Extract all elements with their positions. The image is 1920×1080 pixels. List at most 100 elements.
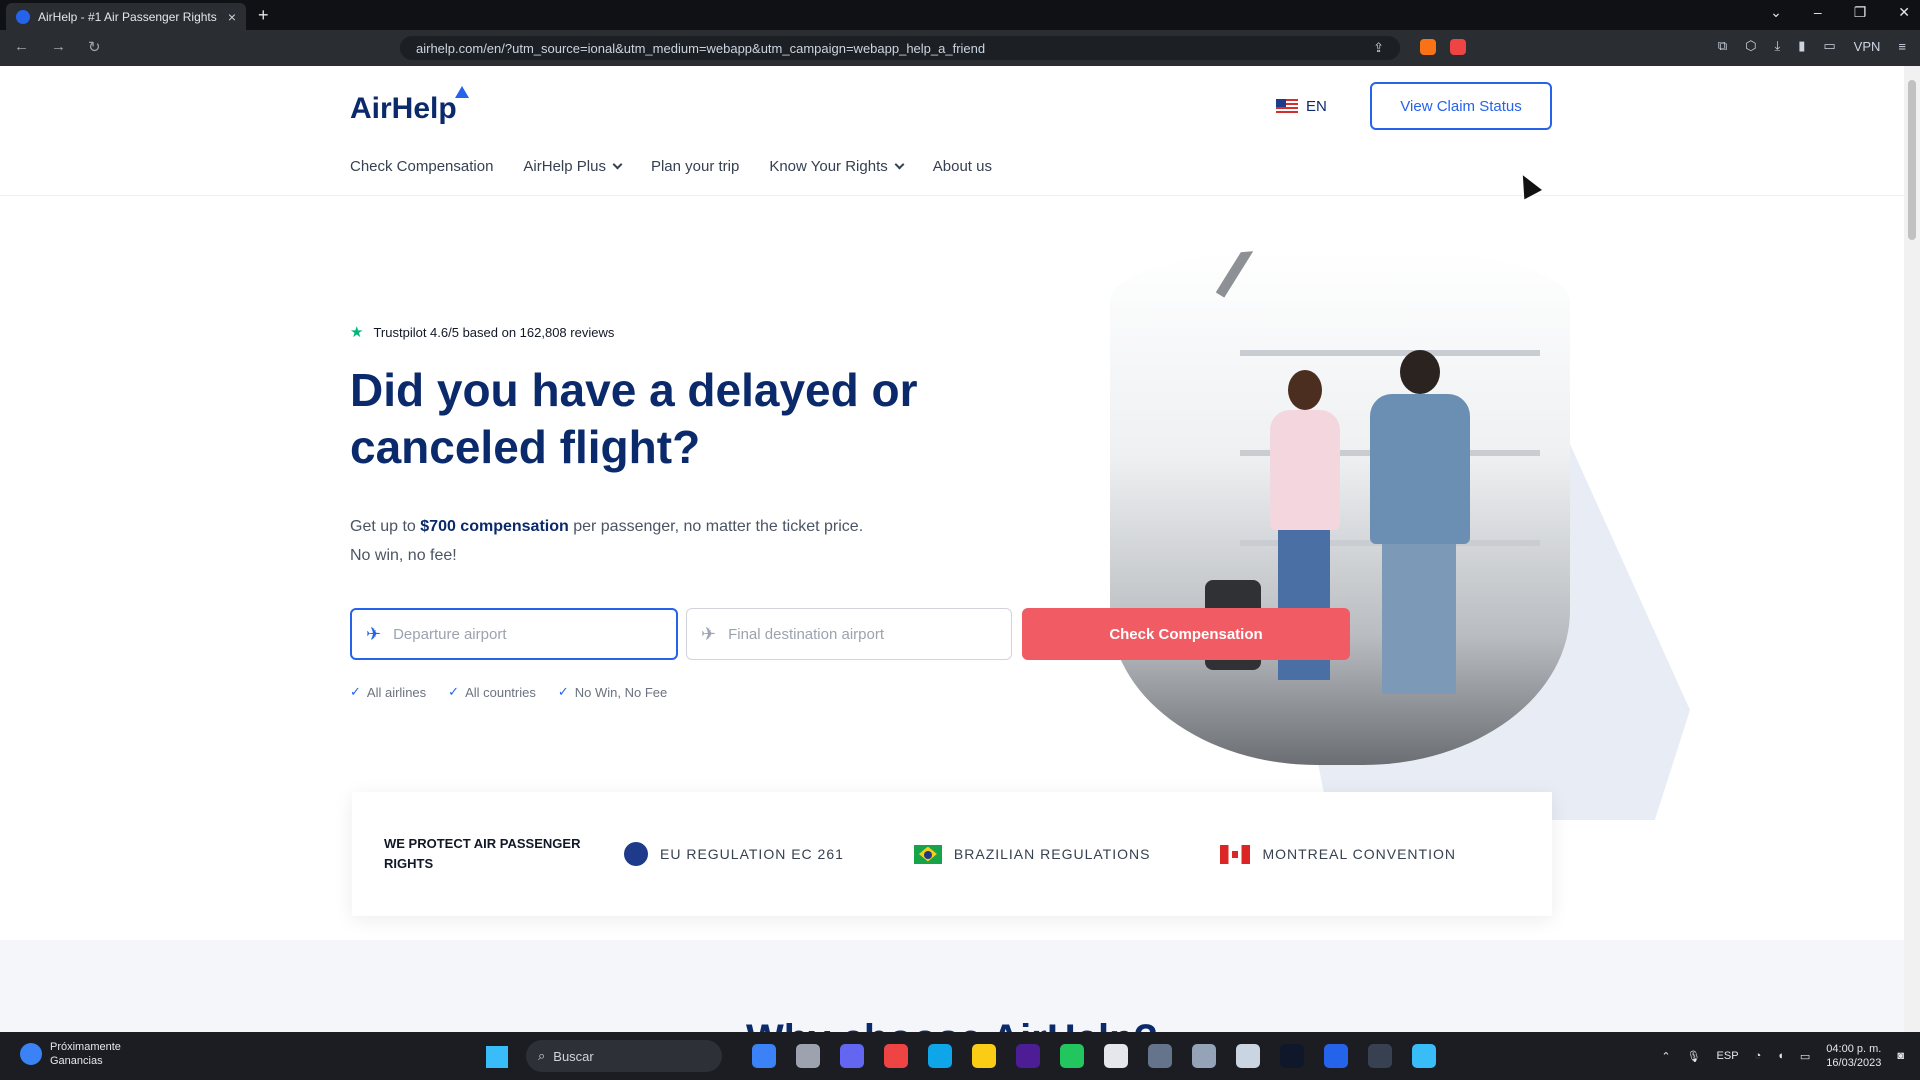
brave-icon[interactable] bbox=[884, 1044, 908, 1068]
trustpilot-rating[interactable]: ★ Trustpilot 4.6/5 based on 162,808 revi… bbox=[350, 323, 614, 341]
wifi-icon[interactable]: ◔ bbox=[1755, 1050, 1762, 1062]
browser-tab-airhelp[interactable]: AirHelp - #1 Air Passenger Rights × bbox=[6, 3, 246, 30]
close-tab-icon[interactable]: × bbox=[228, 9, 236, 25]
remote-desktop-icon[interactable] bbox=[1412, 1044, 1436, 1068]
section-heading: Why choose AirHelp? bbox=[0, 1014, 1904, 1032]
roof-beam bbox=[1215, 250, 1310, 298]
translate-icon[interactable]: ⧉ bbox=[1718, 38, 1727, 54]
battery-icon[interactable]: ▭ bbox=[1800, 1050, 1810, 1063]
taskbar-apps bbox=[752, 1044, 1436, 1068]
rewards-icon[interactable] bbox=[1450, 39, 1466, 55]
nav-plan-your-trip[interactable]: Plan your trip bbox=[651, 158, 739, 175]
nav-label: Plan your trip bbox=[650, 158, 740, 175]
address-bar[interactable]: airhelp.com/en/?utm_source=ional&utm_med… bbox=[400, 36, 1400, 60]
regulation-label: BRAZILIAN REGULATIONS bbox=[953, 846, 1151, 862]
check-compensation-button[interactable]: Check Compensation bbox=[1022, 608, 1350, 660]
microphone-icon[interactable]: 🎙 bbox=[1687, 1050, 1701, 1063]
view-claim-status-button[interactable]: View Claim Status bbox=[1370, 82, 1552, 130]
close-window-icon[interactable]: ✕ bbox=[1898, 4, 1910, 21]
star-icon: ★ bbox=[350, 324, 364, 341]
regulation-montreal[interactable]: MONTREAL CONVENTION bbox=[1220, 844, 1456, 864]
browser-right-icons: ⧉ ⬡ ⤓ ▮ ▭ VPN ≡ bbox=[1718, 38, 1906, 54]
weather-widget[interactable]: Próximamente Ganancias bbox=[20, 1040, 121, 1068]
departure-field[interactable]: ✈ bbox=[350, 608, 678, 660]
chrome-icon[interactable] bbox=[752, 1044, 776, 1068]
feature-item: ✓ No Win, No Fee bbox=[558, 684, 667, 700]
extensions-icon[interactable]: ⬡ bbox=[1745, 38, 1756, 54]
nav-check-compensation[interactable]: Check Compensation bbox=[350, 158, 493, 175]
premiere-icon[interactable] bbox=[1016, 1044, 1040, 1068]
navigation-buttons: ← → ↻ bbox=[14, 38, 101, 56]
destination-airport-input[interactable] bbox=[728, 625, 969, 643]
share-icon[interactable]: ⇪ bbox=[1373, 40, 1384, 56]
hero-subtitle: Get up to $700 compensation per passenge… bbox=[350, 512, 970, 570]
widget-line: Próximamente bbox=[50, 1041, 121, 1053]
teams-icon[interactable] bbox=[840, 1044, 864, 1068]
new-tab-button[interactable]: + bbox=[258, 5, 269, 26]
logo-text: AirHelp bbox=[350, 92, 457, 125]
editor-icon[interactable] bbox=[1324, 1044, 1348, 1068]
reload-icon[interactable]: ↻ bbox=[88, 38, 101, 56]
back-icon[interactable]: ← bbox=[14, 38, 29, 56]
capcut-icon[interactable] bbox=[1104, 1044, 1128, 1068]
feature-item: ✓ All countries bbox=[448, 684, 536, 700]
feature-label: All countries bbox=[465, 684, 536, 700]
no-win-no-fee-text: No win, no fee! bbox=[350, 547, 457, 564]
feature-label: All airlines bbox=[366, 684, 427, 700]
browser-tab-bar: AirHelp - #1 Air Passenger Rights × + ⌄ … bbox=[0, 0, 1920, 30]
clock[interactable]: 04:00 p. m. 16/03/2023 bbox=[1826, 1042, 1881, 1070]
landing-plane-icon: ✈ bbox=[701, 623, 717, 644]
departure-airport-input[interactable] bbox=[393, 625, 634, 643]
browser-toolbar: ← → ↻ airhelp.com/en/?utm_source=ional&u… bbox=[0, 30, 1920, 66]
system-tray: ⌃ 🎙 ESP ◔ ◖ ▭ 04:00 p. m. 16/03/2023 ◙ bbox=[1661, 1042, 1904, 1070]
regulation-brazil[interactable]: BRAZILIAN REGULATIONS bbox=[913, 844, 1151, 864]
forward-icon[interactable]: → bbox=[51, 38, 66, 56]
clock-time: 04:00 p. m. bbox=[1826, 1043, 1882, 1055]
destination-field[interactable]: ✈ bbox=[686, 608, 1012, 660]
tick-app-icon[interactable] bbox=[1280, 1044, 1304, 1068]
menu-icon[interactable]: ≡ bbox=[1898, 39, 1906, 54]
regulations-strip: WE PROTECT AIR PASSENGER RIGHTS EU REGUL… bbox=[352, 792, 1552, 916]
takeoff-plane-icon: ✈ bbox=[366, 623, 382, 644]
file-explorer-icon[interactable] bbox=[972, 1044, 996, 1068]
download-icon[interactable]: ⤓ bbox=[1774, 38, 1780, 54]
page-scrollbar[interactable] bbox=[1904, 66, 1920, 1032]
airhelp-logo[interactable]: AirHelp bbox=[350, 86, 469, 126]
regulation-eu[interactable]: EU REGULATION EC 261 bbox=[624, 842, 844, 866]
nav-label: About us bbox=[932, 158, 992, 175]
weather-icon bbox=[20, 1043, 42, 1065]
wallet-icon[interactable]: ▭ bbox=[1823, 38, 1835, 54]
nav-label: Know Your Rights bbox=[769, 158, 888, 175]
maximize-icon[interactable]: ❐ bbox=[1854, 4, 1867, 21]
nav-know-your-rights[interactable]: Know Your Rights bbox=[769, 158, 905, 175]
brave-shield-icon[interactable] bbox=[1420, 39, 1436, 55]
store-icon[interactable] bbox=[1236, 1044, 1260, 1068]
github-icon[interactable] bbox=[1368, 1044, 1392, 1068]
notification-icon[interactable]: ◙ bbox=[1897, 1050, 1904, 1062]
tab-search-icon[interactable]: ⌄ bbox=[1770, 4, 1782, 21]
nav-label: Check Compensation bbox=[350, 158, 494, 175]
regulation-label: MONTREAL CONVENTION bbox=[1262, 846, 1456, 862]
input-language[interactable]: ESP bbox=[1717, 1050, 1739, 1062]
tab-title: AirHelp - #1 Air Passenger Rights bbox=[38, 9, 217, 24]
camtasia-icon[interactable] bbox=[1060, 1044, 1084, 1068]
airhelp-favicon-icon bbox=[16, 9, 30, 24]
taskbar-search[interactable]: ⌕ Buscar bbox=[526, 1040, 722, 1072]
volume-icon[interactable]: ◖ bbox=[1777, 1050, 1784, 1062]
language-selector[interactable]: EN bbox=[1276, 98, 1327, 115]
nav-airhelp-plus[interactable]: AirHelp Plus bbox=[523, 158, 623, 175]
settings-icon[interactable] bbox=[1192, 1044, 1216, 1068]
chevron-up-icon[interactable]: ⌃ bbox=[1661, 1050, 1670, 1063]
sidebar-icon[interactable]: ▮ bbox=[1798, 38, 1805, 54]
vpn-button[interactable]: VPN bbox=[1854, 39, 1881, 54]
windows-start-icon[interactable] bbox=[486, 1046, 508, 1068]
site-header: AirHelp EN View Claim Status Check Compe… bbox=[0, 66, 1904, 196]
canada-flag-icon bbox=[1220, 844, 1251, 864]
obs-icon[interactable] bbox=[1148, 1044, 1172, 1068]
minimize-icon[interactable]: – bbox=[1814, 4, 1822, 21]
search-icon: ⌕ bbox=[538, 1048, 546, 1063]
scrollbar-thumb[interactable] bbox=[1908, 80, 1916, 240]
nav-about-us[interactable]: About us bbox=[933, 158, 992, 175]
mail-icon[interactable] bbox=[928, 1044, 952, 1068]
task-view-icon[interactable] bbox=[796, 1044, 820, 1068]
